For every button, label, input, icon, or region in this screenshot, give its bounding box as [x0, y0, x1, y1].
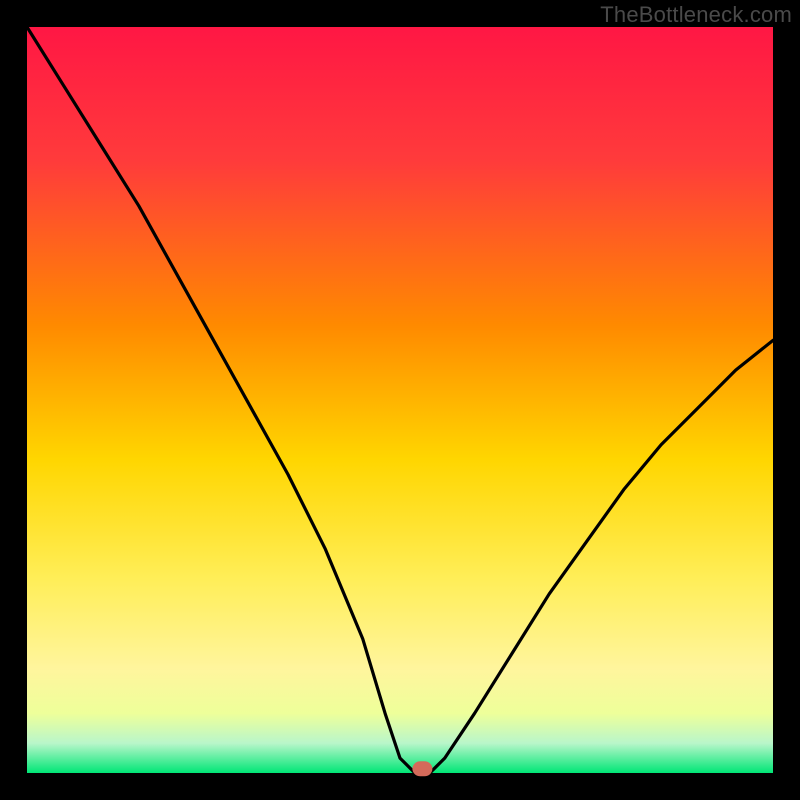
plot-background [27, 27, 773, 773]
optimal-marker [412, 761, 432, 776]
chart-svg [0, 0, 800, 800]
chart-stage: TheBottleneck.com [0, 0, 800, 800]
watermark-text: TheBottleneck.com [600, 2, 792, 28]
